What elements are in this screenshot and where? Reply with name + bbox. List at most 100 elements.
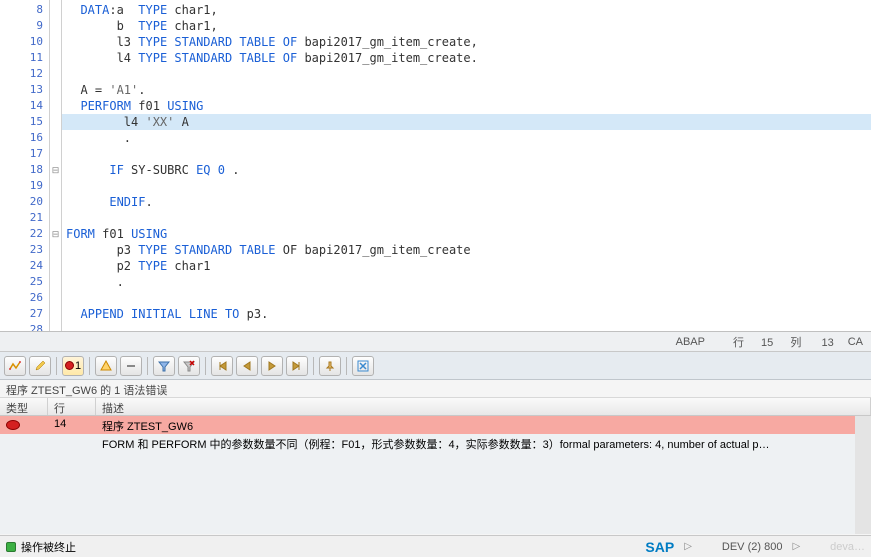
code-line[interactable] — [62, 178, 871, 194]
fold-marker — [50, 322, 61, 332]
error-rows: 14程序 ZTEST_GW6FORM 和 PERFORM 中的参数数量不同（例程… — [0, 416, 871, 534]
code-line[interactable]: PERFORM f01 USING — [62, 98, 871, 114]
line-number[interactable]: 21 — [0, 210, 49, 226]
sap-logo: SAP — [645, 539, 674, 555]
code-line[interactable]: b TYPE char1, — [62, 18, 871, 34]
nav-first-button[interactable] — [211, 356, 233, 376]
status-message: 操作被终止 — [21, 539, 76, 555]
fold-marker — [50, 34, 61, 50]
col-header-type[interactable]: 类型 — [0, 398, 48, 415]
line-number[interactable]: 9 — [0, 18, 49, 34]
line-number[interactable]: 19 — [0, 178, 49, 194]
line-number[interactable]: 14 — [0, 98, 49, 114]
fold-marker — [50, 178, 61, 194]
fold-marker — [50, 306, 61, 322]
status-led-icon — [6, 542, 16, 552]
line-number[interactable]: 13 — [0, 82, 49, 98]
error-row[interactable]: 14程序 ZTEST_GW6 — [0, 416, 855, 434]
line-number[interactable]: 18 — [0, 162, 49, 178]
code-pane[interactable]: DATA:a TYPE char1, b TYPE char1, l3 TYPE… — [62, 0, 871, 331]
filter-button[interactable] — [153, 356, 175, 376]
line-number[interactable]: 26 — [0, 290, 49, 306]
code-line[interactable]: p3 TYPE STANDARD TABLE OF bapi2017_gm_it… — [62, 242, 871, 258]
code-line[interactable]: DATA:a TYPE char1, — [62, 2, 871, 18]
col-header-desc[interactable]: 描述 — [96, 398, 871, 415]
line-number[interactable]: 8 — [0, 2, 49, 18]
code-line[interactable]: p2 TYPE char1 — [62, 258, 871, 274]
error-icon — [6, 420, 20, 430]
fold-marker — [50, 242, 61, 258]
col-header-line[interactable]: 行 — [48, 398, 96, 415]
code-line[interactable]: APPEND INITIAL LINE TO p3. — [62, 306, 871, 322]
code-line[interactable] — [62, 146, 871, 162]
fold-marker — [50, 258, 61, 274]
line-number[interactable]: 24 — [0, 258, 49, 274]
line-number[interactable]: 25 — [0, 274, 49, 290]
breakpoint-button[interactable]: 1 — [62, 356, 84, 376]
fold-marker — [50, 130, 61, 146]
fold-column: ⊟⊟ — [50, 0, 62, 331]
line-number[interactable]: 23 — [0, 242, 49, 258]
fold-marker — [50, 210, 61, 226]
abap-editor: 8910111213141516171819202122232425262728… — [0, 0, 871, 332]
close-panel-button[interactable] — [352, 356, 374, 376]
status-caps: CA — [848, 336, 863, 348]
nav-last-button[interactable] — [286, 356, 308, 376]
error-panel-title: 程序 ZTEST_GW6 的 1 语法错误 — [0, 380, 871, 398]
line-number[interactable]: 17 — [0, 146, 49, 162]
system-id: DEV (2) 800 — [722, 541, 783, 553]
syntax-check-button[interactable] — [4, 356, 26, 376]
nav-prev-button[interactable] — [236, 356, 258, 376]
line-number[interactable]: 28 — [0, 322, 49, 332]
code-line[interactable] — [62, 210, 871, 226]
line-number[interactable]: 10 — [0, 34, 49, 50]
code-line[interactable] — [62, 66, 871, 82]
fold-marker — [50, 98, 61, 114]
line-number[interactable]: 15 — [0, 114, 49, 130]
code-line[interactable]: l3 TYPE STANDARD TABLE OF bapi2017_gm_it… — [62, 34, 871, 50]
code-line[interactable]: l4 'XX' A — [62, 114, 871, 130]
nav-next-button[interactable] — [261, 356, 283, 376]
app-status-bar: 操作被终止 SAP ▷ DEV (2) 800 ▷ deva… — [0, 535, 871, 557]
code-line[interactable]: IF SY-SUBRC EQ 0 . — [62, 162, 871, 178]
pin-button[interactable] — [319, 356, 341, 376]
syntax-toolbar: 1 — [0, 352, 871, 380]
code-line[interactable] — [62, 290, 871, 306]
code-line[interactable]: . — [62, 274, 871, 290]
status-lang: ABAP — [676, 336, 705, 348]
line-number[interactable]: 22 — [0, 226, 49, 242]
line-number[interactable]: 16 — [0, 130, 49, 146]
clear-button[interactable] — [120, 356, 142, 376]
editor-status-bar: ABAP 行 15 列 13 CA — [0, 332, 871, 352]
watermark: deva… — [830, 541, 865, 553]
fold-marker[interactable]: ⊟ — [50, 226, 61, 242]
error-table-header: 类型 行 描述 — [0, 398, 871, 416]
error-row[interactable]: FORM 和 PERFORM 中的参数数量不同（例程：F01，形式参数数量：4，… — [0, 434, 855, 452]
fold-marker — [50, 194, 61, 210]
fold-marker — [50, 50, 61, 66]
fold-marker — [50, 274, 61, 290]
code-line[interactable]: . — [62, 130, 871, 146]
line-number[interactable]: 12 — [0, 66, 49, 82]
line-number-gutter: 8910111213141516171819202122232425262728… — [0, 0, 50, 331]
fold-marker — [50, 66, 61, 82]
code-line[interactable]: ENDIF. — [62, 194, 871, 210]
filter-remove-button[interactable] — [178, 356, 200, 376]
fold-marker — [50, 290, 61, 306]
code-line[interactable]: FORM f01 USING — [62, 226, 871, 242]
line-number[interactable]: 20 — [0, 194, 49, 210]
fold-marker — [50, 18, 61, 34]
warning-filter-button[interactable] — [95, 356, 117, 376]
fold-marker[interactable]: ⊟ — [50, 162, 61, 178]
fold-marker — [50, 82, 61, 98]
code-line[interactable]: l4 TYPE STANDARD TABLE OF bapi2017_gm_it… — [62, 50, 871, 66]
edit-button[interactable] — [29, 356, 51, 376]
line-number[interactable]: 11 — [0, 50, 49, 66]
fold-marker — [50, 2, 61, 18]
line-number[interactable]: 27 — [0, 306, 49, 322]
status-pos: 行 15 列 13 — [719, 334, 834, 350]
code-line[interactable] — [62, 322, 871, 332]
tri-icon: ▷ — [684, 541, 692, 552]
code-line[interactable]: A = 'A1'. — [62, 82, 871, 98]
tri-icon-2: ▷ — [792, 541, 800, 552]
